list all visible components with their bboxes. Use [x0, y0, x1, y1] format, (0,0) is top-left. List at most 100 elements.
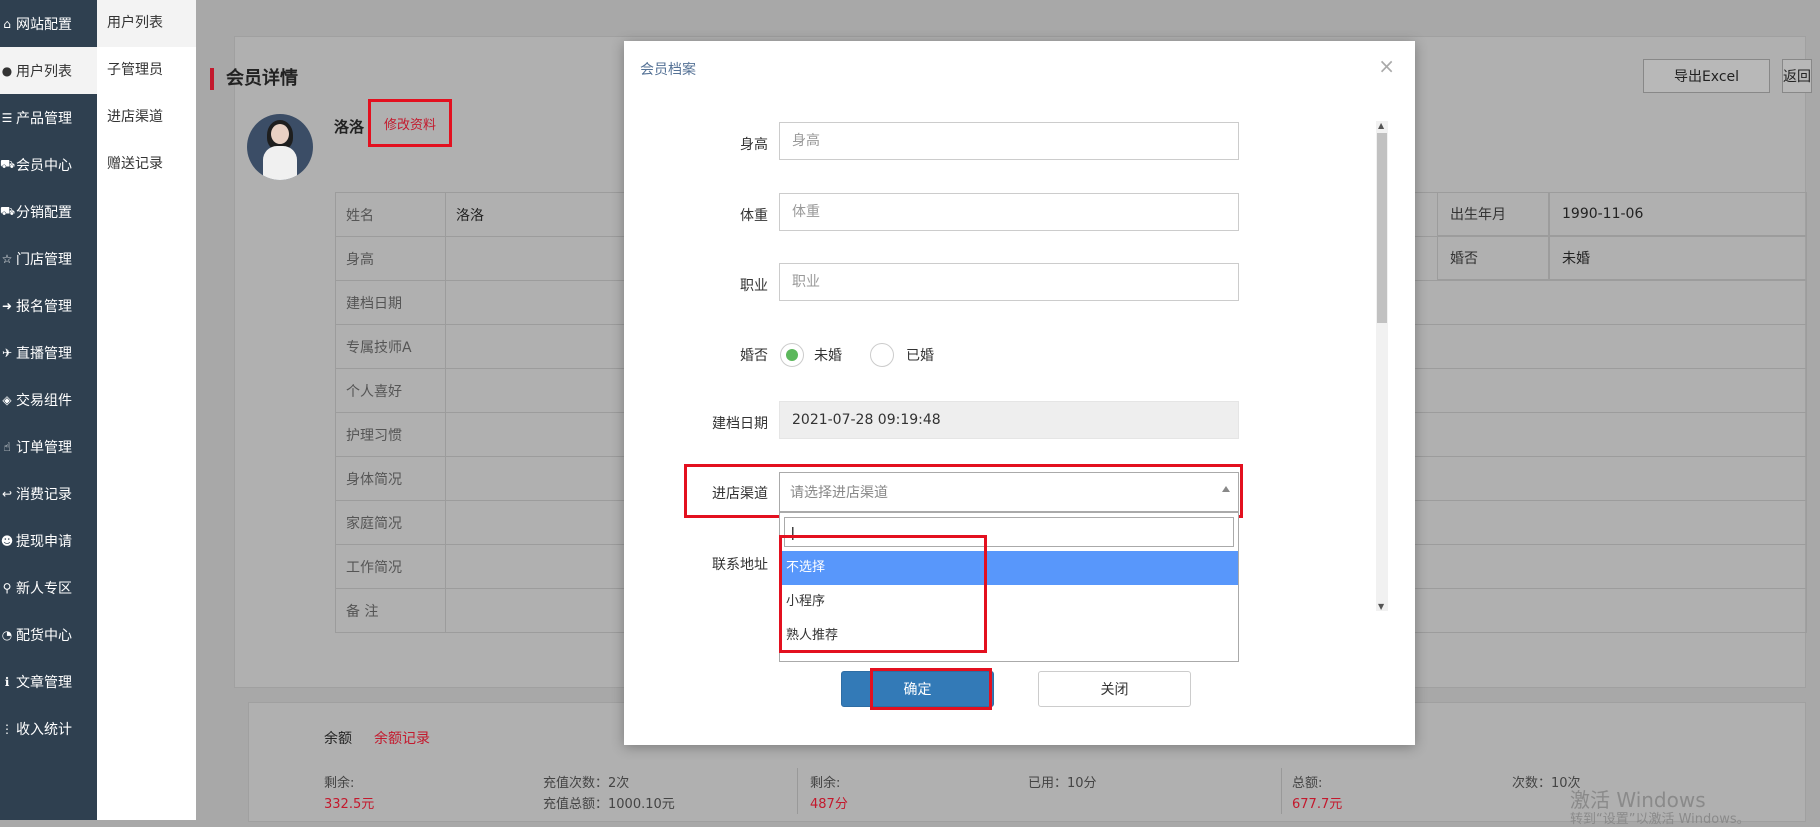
reply-icon: ↩	[1, 486, 13, 501]
modal-title: 会员档案	[640, 62, 696, 78]
row-label: 备 注	[335, 588, 446, 633]
sidebar-item-label: 门店管理	[16, 251, 72, 268]
sidebar-item-consumption[interactable]: ↩ 消费记录	[0, 470, 97, 517]
sidebar-item-stores[interactable]: ☆ 门店管理	[0, 235, 97, 282]
height-label: 身高	[740, 137, 768, 153]
row-label: 专属技师A	[335, 324, 446, 369]
sidebar-item-label: 文章管理	[16, 674, 72, 691]
job-input[interactable]	[779, 263, 1239, 301]
sidebar-item-articles[interactable]: ℹ 文章管理	[0, 658, 97, 705]
sidebar-item-withdraw[interactable]: ☻ 提现申请	[0, 517, 97, 564]
sidebar-item-user-list[interactable]: ● 用户列表	[0, 47, 97, 94]
channel-dropdown: 不选择 小程序 熟人推荐	[779, 512, 1239, 662]
total-label: 总额:	[1292, 776, 1323, 791]
points-used: 已用：10分	[1028, 776, 1097, 791]
sidebar-item-label: 提现申请	[16, 533, 72, 550]
user-icon: ●	[1, 63, 13, 78]
sidebar-item-distribution-center[interactable]: ◔ 配货中心	[0, 611, 97, 658]
points-remain-label: 剩余:	[810, 776, 841, 791]
ticket-icon: ◈	[2, 392, 12, 407]
sidebar-item-label: 用户列表	[16, 63, 72, 80]
scroll-up-icon[interactable]: ▲	[1378, 121, 1384, 130]
star-icon: ☆	[1, 251, 13, 266]
scroll-down-icon[interactable]: ▼	[1378, 602, 1384, 611]
sidebar-item-label: 收入统计	[16, 721, 72, 738]
home-icon: ⌂	[3, 16, 11, 31]
hand-icon: ☝	[3, 439, 11, 454]
sidebar: ⌂ 网站配置 ● 用户列表 ☰ 产品管理 ⛟ 会员中心 ⛟ 分销配置 ☆ 门店管理 ➜ 报名管…	[0, 0, 97, 820]
subnav-item-gift-records[interactable]: 赠送记录	[97, 141, 196, 188]
sidebar-item-newbie[interactable]: ⚲ 新人专区	[0, 564, 97, 611]
export-excel-button[interactable]: 导出Excel	[1643, 59, 1770, 93]
users-icon: ☻	[0, 533, 14, 548]
edit-profile-link[interactable]: 修改资料	[368, 99, 452, 147]
total-value: 677.7元	[1292, 797, 1343, 812]
sidebar-item-trade[interactable]: ◈ 交易组件	[0, 376, 97, 423]
sidebar-item-label: 分销配置	[16, 204, 72, 221]
row-label: 身高	[335, 236, 446, 281]
sidebar-item-label: 报名管理	[16, 298, 72, 315]
close-button[interactable]: 关闭	[1038, 671, 1191, 707]
recharge-count: 充值次数：2次	[543, 776, 630, 791]
avatar-face	[271, 124, 289, 144]
sidebar-item-signup[interactable]: ➜ 报名管理	[0, 282, 97, 329]
row-label: 工作简况	[335, 544, 446, 589]
subnav-item-sub-admin[interactable]: 子管理员	[97, 47, 196, 94]
sidebar-item-label: 网站配置	[16, 16, 72, 33]
sidebar-item-member-center[interactable]: ⛟ 会员中心	[0, 141, 97, 188]
birth-label: 出生年月	[1437, 192, 1549, 236]
row-label: 建档日期	[335, 280, 446, 325]
married-label: 婚否	[1437, 236, 1549, 280]
sidebar-item-distribution[interactable]: ⛟ 分销配置	[0, 188, 97, 235]
address-label: 联系地址	[712, 557, 768, 573]
arrow-right-icon: ➜	[1, 298, 13, 313]
scrollbar-thumb[interactable]	[1377, 133, 1387, 323]
sidebar-item-label: 订单管理	[16, 439, 72, 456]
list-icon: ☰	[1, 110, 13, 125]
pie-icon: ◔	[1, 627, 13, 642]
subnav: 用户列表 子管理员 进店渠道 赠送记录	[97, 0, 197, 820]
weight-input[interactable]	[779, 193, 1239, 231]
dropdown-search-input[interactable]	[784, 517, 1234, 547]
truck-icon: ⛟	[0, 203, 16, 218]
sidebar-item-income[interactable]: ⋮ 收入统计	[0, 705, 97, 752]
row-label: 身体简况	[335, 456, 446, 501]
page-title: 会员详情	[210, 68, 298, 90]
avatar-coat	[263, 146, 297, 180]
confirm-button[interactable]: 确定	[841, 671, 994, 707]
points-remain-value: 487分	[810, 797, 848, 812]
balance-remain-value: 332.5元	[324, 797, 375, 812]
radio-unmarried-label: 未婚	[814, 348, 842, 364]
married-label: 婚否	[740, 348, 768, 364]
dropdown-option-referral[interactable]: 熟人推荐	[780, 619, 1238, 653]
sidebar-item-label: 新人专区	[16, 580, 72, 597]
radio-married-label: 已婚	[906, 348, 934, 364]
close-icon[interactable]: ×	[1378, 54, 1395, 78]
subnav-item-channels[interactable]: 进店渠道	[97, 94, 196, 141]
sidebar-item-products[interactable]: ☰ 产品管理	[0, 94, 97, 141]
channel-select[interactable]: 请选择进店渠道	[779, 472, 1239, 512]
plane-icon: ✈	[1, 345, 13, 360]
radio-unmarried[interactable]	[780, 343, 804, 367]
married-value: 未婚	[1549, 236, 1807, 280]
sidebar-item-orders[interactable]: ☝ 订单管理	[0, 423, 97, 470]
dropdown-option-none[interactable]: 不选择	[780, 551, 1238, 585]
windows-activation-subtext: 转到“设置”以激活 Windows。	[1570, 812, 1750, 827]
dropdown-option-miniprogram[interactable]: 小程序	[780, 585, 1238, 619]
height-input[interactable]	[779, 122, 1239, 160]
created-date-label: 建档日期	[712, 416, 768, 432]
sidebar-item-site-config[interactable]: ⌂ 网站配置	[0, 0, 97, 47]
radio-married[interactable]	[870, 343, 894, 367]
divider	[797, 768, 798, 814]
sidebar-item-label: 产品管理	[16, 110, 72, 127]
subnav-item-user-list[interactable]: 用户列表	[97, 0, 196, 47]
sidebar-item-live[interactable]: ✈ 直播管理	[0, 329, 97, 376]
back-button[interactable]: 返回	[1782, 59, 1812, 93]
sidebar-item-label: 配货中心	[16, 627, 72, 644]
sidebar-item-label: 直播管理	[16, 345, 72, 362]
modal-scrollbar[interactable]: ▲ ▼	[1376, 121, 1388, 611]
balance-records-link[interactable]: 余额记录	[374, 728, 430, 748]
divider	[1281, 768, 1282, 814]
info-icon: ℹ	[4, 674, 10, 689]
row-label: 家庭简况	[335, 500, 446, 545]
